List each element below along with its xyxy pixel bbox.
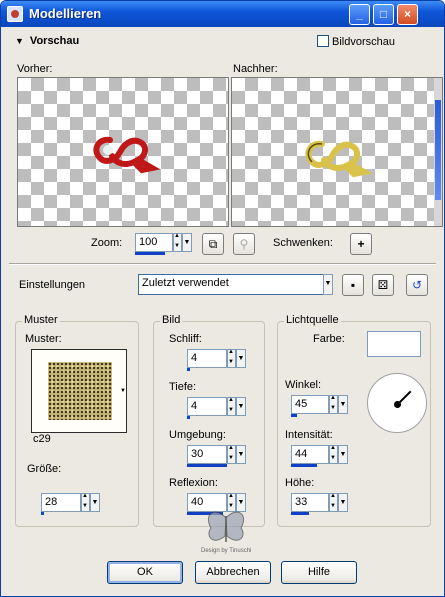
- pan-button[interactable]: +: [350, 233, 372, 255]
- height-dropdown[interactable]: ▼: [338, 493, 348, 512]
- preview-scrollbar[interactable]: [434, 78, 442, 226]
- intensity-slider[interactable]: [291, 464, 317, 467]
- height-slider[interactable]: [291, 512, 309, 515]
- angle-slider[interactable]: [291, 414, 297, 417]
- height-label: Höhe:: [285, 477, 315, 489]
- size-spinner[interactable]: [81, 492, 90, 512]
- reset-button[interactable]: ↺: [406, 274, 428, 296]
- before-preview[interactable]: [17, 77, 229, 227]
- minimize-button[interactable]: _: [349, 4, 370, 25]
- pan-label: Schwenken:: [273, 237, 333, 249]
- pattern-swatch[interactable]: [31, 349, 127, 433]
- zoom-input[interactable]: 100: [135, 233, 173, 252]
- checkbox-box[interactable]: [317, 35, 329, 47]
- depth-input[interactable]: 4: [187, 397, 227, 416]
- angle-label: Winkel:: [285, 379, 322, 391]
- after-preview[interactable]: [231, 77, 443, 227]
- magnifier-icon: ⚲: [239, 237, 249, 251]
- height-input[interactable]: 33: [291, 493, 329, 512]
- depth-label: Tiefe:: [169, 381, 197, 393]
- size-dropdown[interactable]: ▼: [90, 493, 100, 512]
- watermark-text: Design by Tinuschi: [201, 548, 252, 554]
- after-label: Nachher:: [233, 63, 278, 75]
- depth-dropdown[interactable]: ▼: [236, 397, 246, 416]
- preview-section-toggle[interactable]: ▼ Vorschau: [15, 35, 79, 47]
- depth-spinner[interactable]: [227, 396, 236, 416]
- intensity-label: Intensität:: [285, 429, 333, 441]
- window-title: Modellieren: [29, 6, 102, 21]
- intensity-dropdown[interactable]: ▼: [338, 445, 348, 464]
- save-disk-icon: ▪: [350, 278, 356, 292]
- ambience-label: Umgebung:: [169, 429, 226, 441]
- settings-select[interactable]: Zuletzt verwendet: [138, 274, 324, 295]
- zoom-slider[interactable]: [135, 252, 165, 255]
- settings-dropdown-arrow[interactable]: ▼: [323, 274, 333, 295]
- size-input[interactable]: 28: [41, 493, 81, 512]
- dice-icon: ⚄: [377, 278, 389, 292]
- divider: [9, 263, 436, 265]
- reset-arrow-icon: ↺: [411, 278, 423, 292]
- save-preset-button[interactable]: ▪: [342, 274, 364, 296]
- ambience-slider[interactable]: [187, 464, 227, 467]
- bevel-dropdown[interactable]: ▼: [236, 349, 246, 368]
- intensity-spinner[interactable]: [329, 444, 338, 464]
- image-group-title: Bild: [160, 314, 183, 326]
- ambience-dropdown[interactable]: ▼: [236, 445, 246, 464]
- move-cross-icon: +: [357, 237, 365, 251]
- pattern-label: Muster:: [25, 333, 62, 345]
- ambience-spinner[interactable]: [227, 444, 236, 464]
- size-label: Größe:: [27, 463, 62, 475]
- bevel-label: Schliff:: [169, 333, 202, 345]
- help-button[interactable]: Hilfe: [281, 561, 357, 584]
- zoom-dropdown[interactable]: ▼: [182, 233, 192, 252]
- ok-button[interactable]: OK: [107, 561, 183, 584]
- title-bar[interactable]: Modellieren _ □ ×: [1, 1, 444, 27]
- pattern-texture: [48, 362, 112, 420]
- bevel-spinner[interactable]: [227, 348, 236, 368]
- dialog-window: Modellieren _ □ × ▼ Vorschau Bildvorschau…: [0, 0, 445, 597]
- zoom-actual-button[interactable]: ⚲: [233, 233, 255, 255]
- image-preview-checkbox[interactable]: Bildvorschau: [317, 35, 395, 48]
- ambience-input[interactable]: 30: [187, 445, 227, 464]
- zoom-label: Zoom:: [91, 237, 123, 249]
- pattern-dropdown-arrow[interactable]: ▼: [119, 349, 127, 433]
- bevel-slider[interactable]: [187, 368, 190, 371]
- zoom-fit-icon: ⧉: [208, 237, 218, 251]
- before-logo: [93, 136, 161, 174]
- collapse-triangle-icon: ▼: [15, 36, 24, 46]
- light-color-swatch[interactable]: [367, 331, 421, 357]
- bevel-input[interactable]: 4: [187, 349, 227, 368]
- angle-dropdown[interactable]: ▼: [338, 395, 348, 414]
- preview-section-title: Vorschau: [29, 35, 80, 47]
- color-label: Farbe:: [313, 333, 345, 345]
- angle-spinner[interactable]: [329, 394, 338, 414]
- cancel-button[interactable]: Abbrechen: [195, 561, 271, 584]
- light-group-title: Lichtquelle: [284, 314, 341, 326]
- intensity-input[interactable]: 44: [291, 445, 329, 464]
- fit-view-button[interactable]: ⧉: [202, 233, 224, 255]
- app-icon: [7, 6, 23, 22]
- before-label: Vorher:: [17, 63, 53, 75]
- random-button[interactable]: ⚄: [372, 274, 394, 296]
- angle-dial[interactable]: [367, 373, 427, 433]
- pattern-group-title: Muster: [22, 314, 60, 326]
- maximize-button[interactable]: □: [373, 4, 394, 25]
- zoom-spinner[interactable]: [173, 232, 182, 252]
- dial-hub: [394, 401, 401, 408]
- height-spinner[interactable]: [329, 492, 338, 512]
- angle-input[interactable]: 45: [291, 395, 329, 414]
- close-button[interactable]: ×: [397, 4, 418, 25]
- size-slider[interactable]: [41, 512, 44, 515]
- after-logo: [305, 140, 373, 178]
- settings-label: Einstellungen: [19, 279, 86, 291]
- pattern-name: c29: [33, 433, 51, 445]
- reflection-label: Reflexion:: [169, 477, 218, 489]
- depth-slider[interactable]: [187, 416, 190, 419]
- image-preview-label: Bildvorschau: [332, 36, 395, 48]
